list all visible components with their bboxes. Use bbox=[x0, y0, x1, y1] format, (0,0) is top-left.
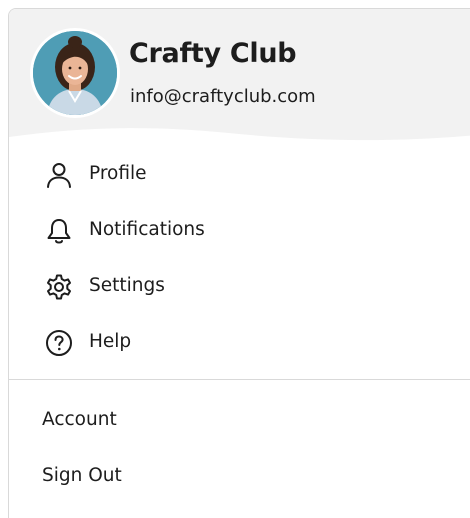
question-circle-icon bbox=[46, 330, 72, 356]
bell-icon bbox=[47, 219, 71, 244]
menu-item-label: Account bbox=[42, 409, 117, 430]
menu-item-help[interactable]: Help bbox=[9, 319, 470, 367]
menu-item-label: Sign Out bbox=[42, 465, 122, 486]
menu-item-label: Profile bbox=[89, 163, 147, 184]
menu-item-settings[interactable]: Settings bbox=[9, 263, 470, 311]
profile-header: Crafty Club info@craftyclub.com bbox=[9, 9, 470, 149]
menu-item-profile[interactable]: Profile bbox=[9, 151, 470, 199]
gear-icon bbox=[47, 274, 71, 300]
menu-item-label: Help bbox=[89, 331, 132, 352]
menu-item-label: Settings bbox=[89, 275, 165, 296]
menu-item-account[interactable]: Account bbox=[9, 399, 470, 443]
profile-name: Crafty Club bbox=[129, 38, 297, 69]
menu-item-label: Notifications bbox=[89, 219, 205, 240]
user-avatar[interactable] bbox=[33, 31, 117, 115]
menu-item-sign-out[interactable]: Sign Out bbox=[9, 455, 470, 499]
person-icon bbox=[47, 163, 71, 188]
account-dropdown-panel: Crafty Club info@craftyclub.com Profile … bbox=[8, 8, 470, 518]
menu-item-notifications[interactable]: Notifications bbox=[9, 207, 470, 255]
avatar-portrait bbox=[33, 31, 117, 115]
menu-divider bbox=[9, 379, 470, 380]
profile-email: info@craftyclub.com bbox=[130, 86, 316, 107]
